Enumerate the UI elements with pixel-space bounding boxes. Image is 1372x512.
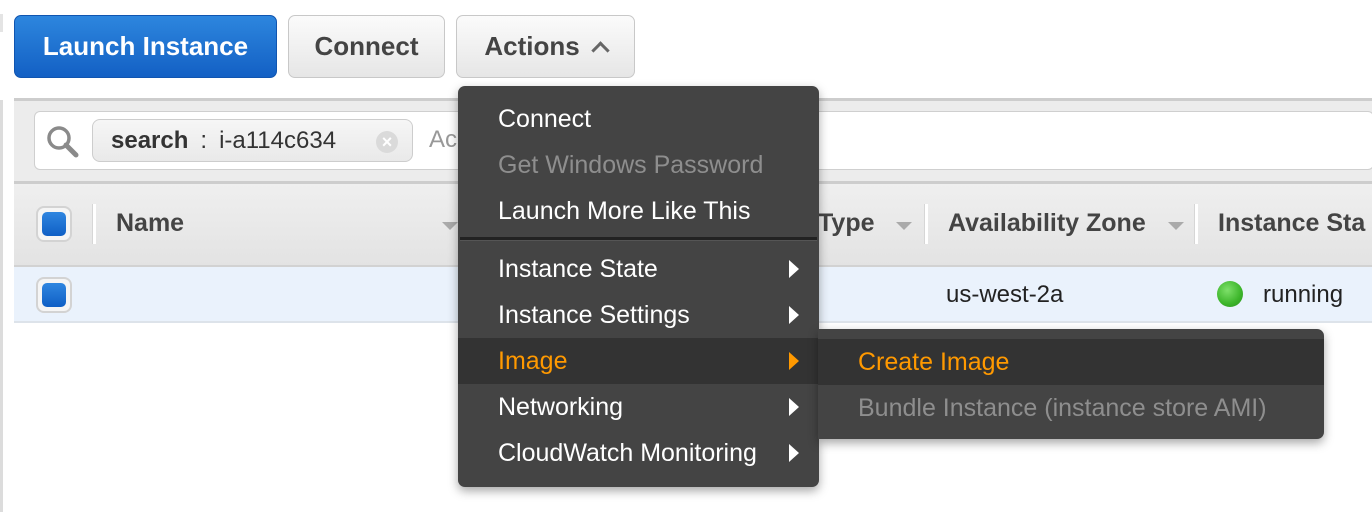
cell-instance-state: running xyxy=(1263,281,1344,308)
menu-item-launch-more-like-this[interactable]: Launch More Like This xyxy=(458,188,819,234)
launch-instance-button[interactable]: Launch Instance xyxy=(14,15,277,78)
submenu-arrow-icon xyxy=(789,260,799,278)
panel-edge xyxy=(0,100,3,512)
column-divider xyxy=(92,204,96,244)
token-key: search xyxy=(111,126,189,154)
column-header-availability-zone[interactable]: Availability Zone xyxy=(948,209,1146,238)
token-value: i-a114c634 xyxy=(219,126,337,154)
column-header-type[interactable]: Type xyxy=(818,209,875,238)
menu-item-label: Launch More Like This xyxy=(498,197,751,225)
menu-item-label: Instance Settings xyxy=(498,301,690,329)
launch-instance-label: Launch Instance xyxy=(42,31,249,61)
menu-item-label: Instance State xyxy=(498,255,658,283)
search-placeholder: Ac xyxy=(429,126,458,153)
panel-edge xyxy=(0,14,3,32)
menu-item-instance-settings[interactable]: Instance Settings xyxy=(458,292,819,338)
connect-label: Connect xyxy=(314,31,419,61)
search-icon xyxy=(47,126,79,158)
menu-item-label: Image xyxy=(498,347,568,375)
cell-availability-zone: us-west-2a xyxy=(946,281,1064,308)
submenu-arrow-icon xyxy=(789,398,799,416)
token-separator: : xyxy=(200,126,208,154)
menu-item-connect[interactable]: Connect xyxy=(458,96,819,142)
column-divider xyxy=(924,204,928,244)
submenu-item-create-image[interactable]: Create Image xyxy=(818,339,1324,385)
submenu-arrow-icon xyxy=(789,352,799,370)
remove-token-icon[interactable]: × xyxy=(376,131,398,153)
menu-item-get-windows-password: Get Windows Password xyxy=(458,142,819,188)
submenu-item-bundle-instance: Bundle Instance (instance store AMI) xyxy=(818,385,1324,431)
actions-button[interactable]: Actions xyxy=(456,15,635,78)
chevron-up-icon xyxy=(590,41,610,60)
select-all-checkbox[interactable] xyxy=(36,206,72,242)
menu-item-label: CloudWatch Monitoring xyxy=(498,439,757,467)
column-header-instance-state[interactable]: Instance Sta xyxy=(1218,209,1365,238)
menu-item-label: Networking xyxy=(498,393,624,421)
menu-item-label: Get Windows Password xyxy=(498,151,764,179)
row-checkbox[interactable] xyxy=(36,277,72,313)
menu-item-label: Connect xyxy=(498,105,592,133)
sort-caret-icon[interactable] xyxy=(442,222,458,230)
menu-item-networking[interactable]: Networking xyxy=(458,384,819,430)
menu-item-instance-state[interactable]: Instance State xyxy=(458,246,819,292)
column-divider xyxy=(1194,204,1198,244)
menu-item-label: Create Image xyxy=(858,348,1010,376)
search-token[interactable]: search : i-a114c634 × xyxy=(92,119,413,162)
connect-button[interactable]: Connect xyxy=(288,15,445,78)
sort-caret-icon[interactable] xyxy=(1168,222,1184,230)
image-submenu: Create Image Bundle Instance (instance s… xyxy=(818,329,1324,439)
menu-item-cloudwatch-monitoring[interactable]: CloudWatch Monitoring xyxy=(458,430,819,476)
actions-menu: Connect Get Windows Password Launch More… xyxy=(458,86,819,487)
menu-item-label: Bundle Instance (instance store AMI) xyxy=(858,394,1267,422)
status-running-icon xyxy=(1217,281,1243,307)
submenu-arrow-icon xyxy=(789,444,799,462)
sort-caret-icon[interactable] xyxy=(896,222,912,230)
menu-divider xyxy=(460,237,817,241)
menu-item-image[interactable]: Image xyxy=(458,338,819,384)
column-header-name[interactable]: Name xyxy=(116,209,184,238)
actions-label: Actions xyxy=(484,31,580,61)
submenu-arrow-icon xyxy=(789,306,799,324)
